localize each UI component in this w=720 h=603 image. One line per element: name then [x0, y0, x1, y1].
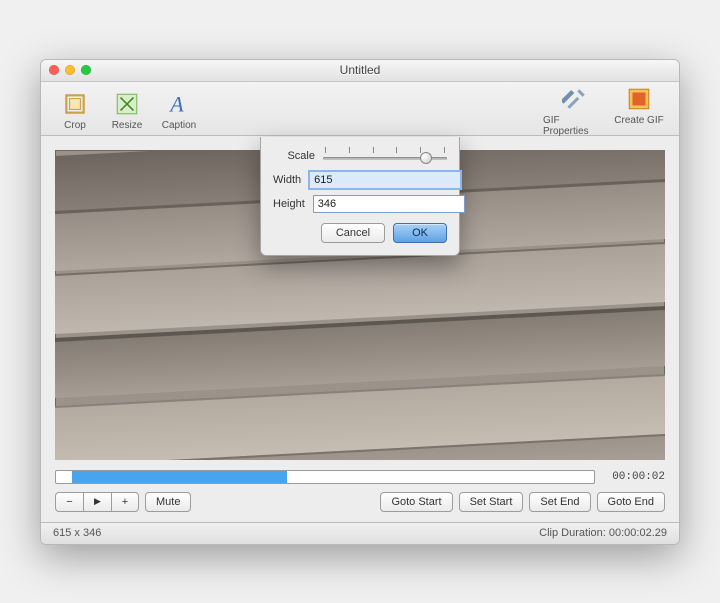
- resize-button[interactable]: Resize: [101, 89, 153, 131]
- step-forward-button[interactable]: +: [111, 492, 139, 512]
- scale-label: Scale: [273, 150, 315, 162]
- timeline-selection[interactable]: [72, 471, 287, 483]
- caption-icon: A: [164, 89, 194, 119]
- cancel-button[interactable]: Cancel: [321, 223, 385, 243]
- toolbar-label: Crop: [64, 120, 86, 131]
- toolbar-left-group: Crop Resize A Caption: [49, 89, 205, 131]
- resize-icon: [112, 89, 142, 119]
- crop-button[interactable]: Crop: [49, 89, 101, 131]
- height-field[interactable]: [313, 195, 465, 213]
- create-gif-icon: [624, 84, 654, 114]
- toolbar-label: GIF Properties: [543, 115, 607, 137]
- slider-thumb-icon[interactable]: [420, 152, 432, 164]
- clip-duration-value: 00:00:02.29: [609, 527, 667, 539]
- goto-end-button[interactable]: Goto End: [597, 492, 665, 512]
- controls-row: − ▶ + Mute Goto Start Set Start Set End …: [41, 492, 679, 522]
- timeline-track[interactable]: [55, 470, 595, 484]
- timecode: 00:00:02: [601, 471, 665, 483]
- status-dimensions: 615 x 346: [53, 527, 101, 539]
- timeline-area: 00:00:02: [41, 470, 679, 492]
- scale-slider[interactable]: [323, 147, 447, 165]
- mute-button[interactable]: Mute: [145, 492, 191, 512]
- ok-button[interactable]: OK: [393, 223, 447, 243]
- playback-segmented: − ▶ +: [55, 492, 139, 512]
- set-end-button[interactable]: Set End: [529, 492, 590, 512]
- create-gif-button[interactable]: Create GIF: [607, 84, 671, 137]
- crop-icon: [60, 89, 90, 119]
- toolbar-right-group: GIF Properties Create GIF: [543, 84, 671, 137]
- resize-sheet: Scale Width Height Cancel OK: [260, 137, 460, 256]
- toolbar-label: Create GIF: [614, 115, 663, 126]
- clip-duration-label: Clip Duration:: [539, 527, 606, 539]
- window-title: Untitled: [41, 63, 679, 77]
- step-back-button[interactable]: −: [55, 492, 83, 512]
- tools-icon: [560, 84, 590, 114]
- titlebar: Untitled: [41, 60, 679, 82]
- toolbar: Crop Resize A Caption GIF Propert: [41, 82, 679, 136]
- svg-text:A: A: [168, 93, 184, 117]
- gif-properties-button[interactable]: GIF Properties: [543, 84, 607, 137]
- toolbar-label: Caption: [162, 120, 196, 131]
- goto-start-button[interactable]: Goto Start: [380, 492, 452, 512]
- set-start-button[interactable]: Set Start: [459, 492, 524, 512]
- toolbar-label: Resize: [112, 120, 143, 131]
- height-label: Height: [273, 198, 305, 210]
- caption-button[interactable]: A Caption: [153, 89, 205, 131]
- app-window: Untitled Crop Resize A Caption: [40, 59, 680, 545]
- width-label: Width: [273, 174, 301, 186]
- width-field[interactable]: [309, 171, 461, 189]
- play-button[interactable]: ▶: [83, 492, 111, 512]
- status-bar: 615 x 346 Clip Duration: 00:00:02.29: [41, 522, 679, 544]
